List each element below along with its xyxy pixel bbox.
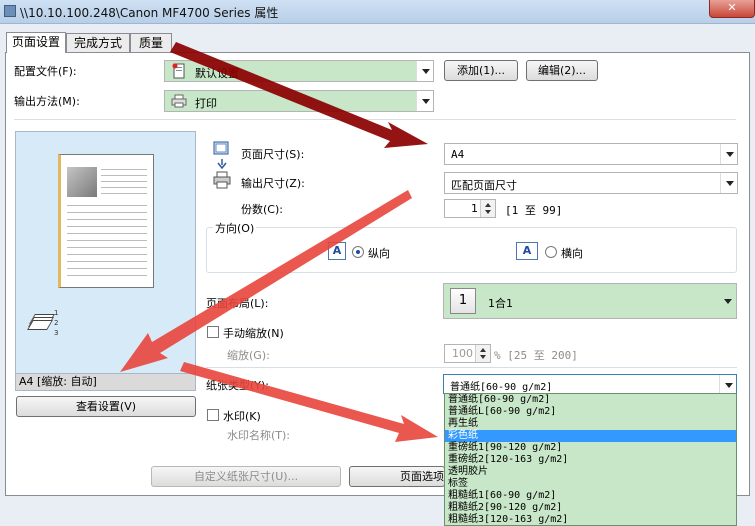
portrait-radio[interactable] [352,246,364,258]
manual-scaling-label: 手动缩放(N) [223,327,284,340]
copies-range: [1 至 99] [505,204,563,217]
title-bar: \\10.10.100.248\Canon MF4700 Series 属性 ✕ [0,0,755,24]
page-size-select[interactable]: A4 [444,143,738,165]
page-layout-select[interactable]: 1 1合1 [443,283,737,319]
close-button[interactable]: ✕ [709,0,755,18]
profile-label: 配置文件(F): [14,65,77,78]
copies-value: 1 [471,202,478,215]
portrait-icon: A [328,242,346,260]
paper-type-option[interactable]: 再生纸 [445,418,736,430]
watermark-name-label: 水印名称(T): [227,429,291,442]
divider [206,367,737,368]
chevron-down-icon[interactable] [416,61,433,81]
spin-arrows-icon[interactable] [475,345,490,362]
preview-image-block [67,167,97,197]
paper-type-dropdown-list: 普通纸[60-90 g/m2] 普通纸L[60-90 g/m2] 再生纸 彩色纸… [444,393,737,526]
paper-type-option[interactable]: 粗糙纸2[90-120 g/m2] [445,502,736,514]
scaling-range: % [25 至 200] [494,349,578,362]
scaling-value: 100 [452,347,473,360]
chevron-down-icon[interactable] [720,144,737,164]
scaling-label: 缩放(G): [227,349,270,362]
chevron-down-icon[interactable] [720,173,737,193]
page-preview: 1 2 3 [15,131,196,374]
paper-preview [58,154,154,288]
copies-stepper[interactable]: 1 [444,199,496,218]
preview-caption: A4 [缩放: 自动] [15,374,196,391]
page-layout-value: 1合1 [488,297,513,310]
output-method-value: 打印 [195,97,217,110]
printer-icon [171,94,187,108]
orientation-group: 方向(O) [206,220,737,273]
paper-type-value: 普通纸[60-90 g/m2] [450,382,553,393]
page-size-value: A4 [451,148,465,161]
chevron-down-icon[interactable] [719,375,736,393]
add-profile-button[interactable]: 添加(1)... [444,60,518,81]
tab-quality[interactable]: 质量 [130,33,172,53]
paper-type-option[interactable]: 透明胶片 [445,466,736,478]
paper-type-option[interactable]: 粗糙纸1[60-90 g/m2] [445,490,736,502]
watermark-checkbox[interactable] [207,409,219,421]
arrow-down-icon [217,159,227,169]
paper-type-option[interactable]: 重磅纸1[90-120 g/m2] [445,442,736,454]
landscape-icon: A [516,242,538,260]
chevron-down-icon[interactable] [416,91,433,111]
paper-stack-icon [26,314,55,332]
divider [14,119,736,120]
profile-value: 默认设置 [195,67,239,80]
page-layout-label: 页面布局(L): [206,297,269,310]
tab-page-setup[interactable]: 页面设置 [6,32,66,53]
output-method-select[interactable]: 打印 [164,90,434,112]
manual-scaling-checkbox[interactable] [207,326,219,338]
window-title: \\10.10.100.248\Canon MF4700 Series 属性 [20,6,279,20]
paper-type-option[interactable]: 重磅纸2[120-163 g/m2] [445,454,736,466]
output-size-printer-icon [213,171,231,189]
output-method-label: 输出方法(M): [14,95,80,108]
printer-app-icon [4,5,16,17]
page-size-label: 页面尺寸(S): [241,148,305,161]
spin-arrows-icon[interactable] [480,200,495,217]
chevron-down-icon[interactable] [724,299,732,304]
output-size-select[interactable]: 匹配页面尺寸 [444,172,738,194]
paper-type-select[interactable]: 普通纸[60-90 g/m2] [443,374,737,394]
landscape-radio[interactable] [545,246,557,258]
paper-type-option[interactable]: 普通纸L[60-90 g/m2] [445,406,736,418]
landscape-label: 横向 [561,247,583,260]
page-size-icon [213,141,229,155]
custom-paper-size-button[interactable]: 自定义纸张尺寸(U)... [151,466,341,487]
page-order-indicator: 1 2 3 [54,309,59,337]
paper-type-option[interactable]: 粗糙纸3[120-163 g/m2] [445,514,736,525]
copies-label: 份数(C): [241,203,283,216]
orientation-legend: 方向(O) [213,220,257,236]
profile-icon [172,63,185,79]
paper-type-option-highlighted[interactable]: 彩色纸 [445,430,736,442]
scaling-stepper[interactable]: 100 [444,344,491,363]
output-size-label: 输出尺寸(Z): [241,177,305,190]
watermark-label: 水印(K) [223,410,261,423]
paper-type-label: 纸张类型(Y): [206,379,270,392]
page-layout-icon: 1 [450,288,476,314]
tab-finishing[interactable]: 完成方式 [66,33,130,53]
output-size-value: 匹配页面尺寸 [451,179,517,192]
page-options-button[interactable]: 页面选项 [349,466,445,487]
view-settings-button[interactable]: 查看设置(V) [16,396,196,417]
edit-profile-button[interactable]: 编辑(2)... [526,60,598,81]
portrait-label: 纵向 [368,247,390,260]
paper-type-option[interactable]: 标签 [445,478,736,490]
paper-type-option[interactable]: 普通纸[60-90 g/m2] [445,394,736,406]
profile-select[interactable]: 默认设置 [164,60,434,82]
